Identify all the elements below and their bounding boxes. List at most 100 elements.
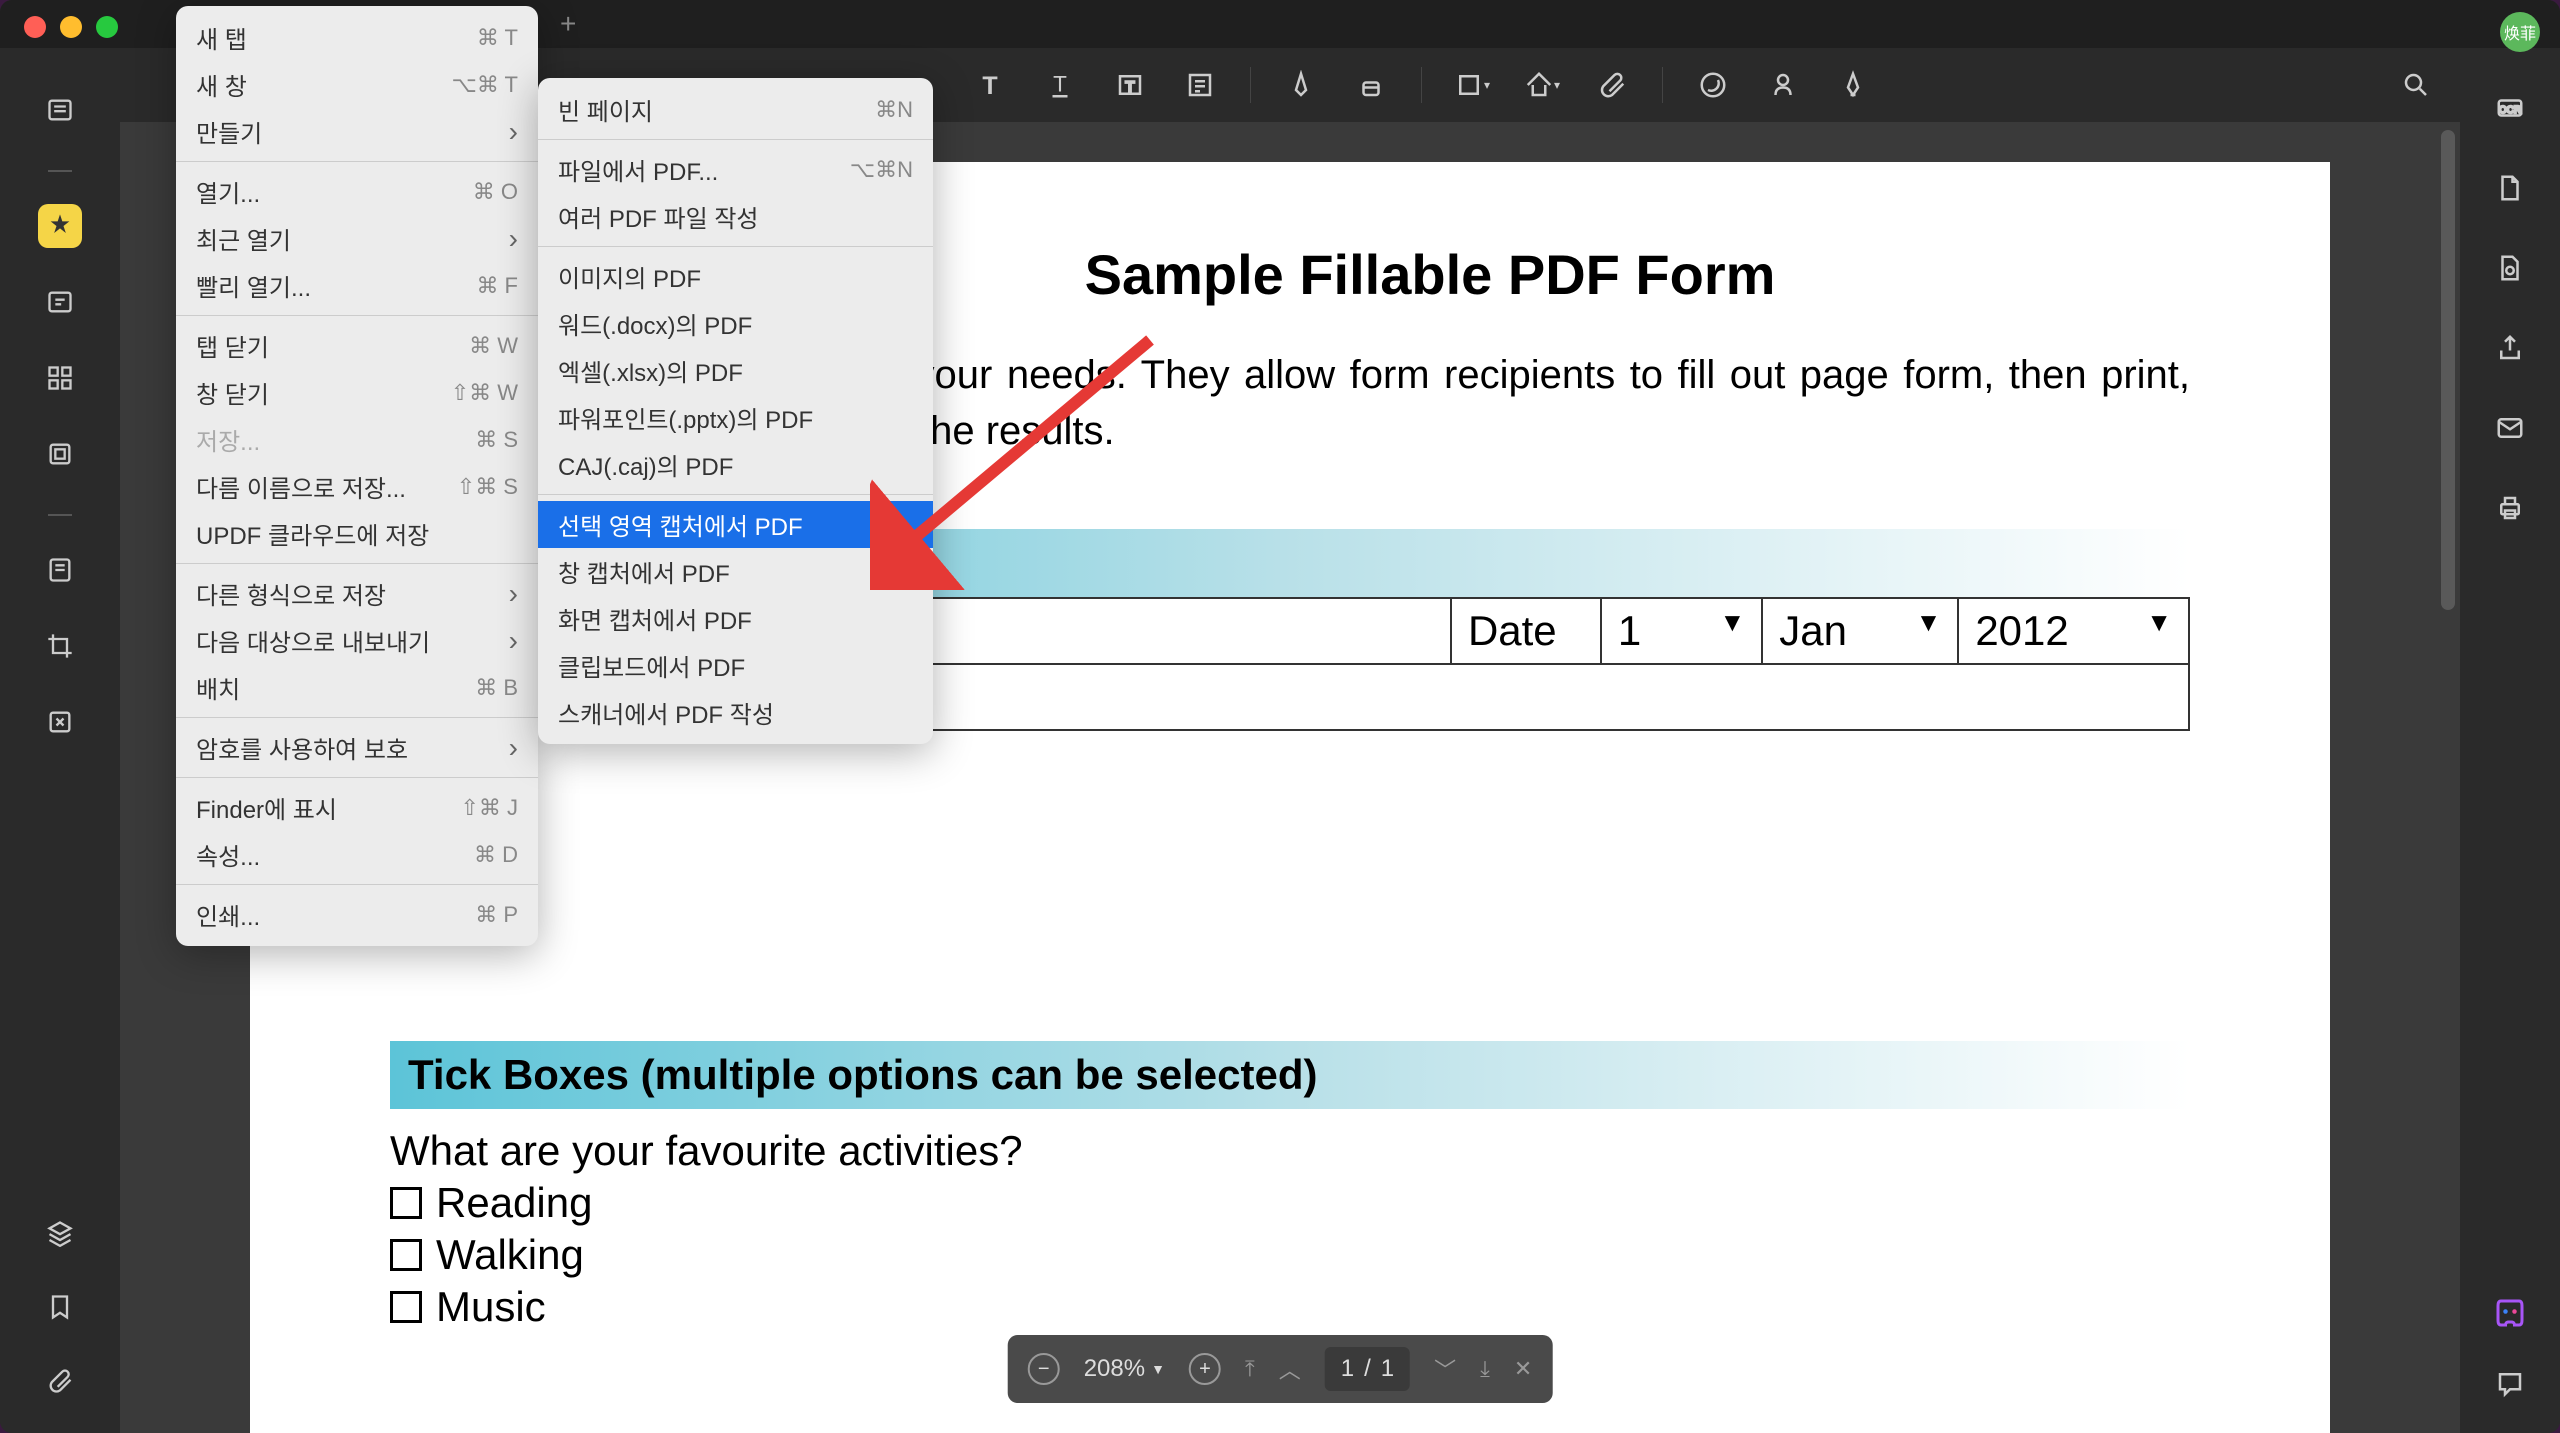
prev-page-icon[interactable]: ︿ [1279,1353,1301,1385]
submenu-item[interactable]: 클립보드에서 PDF [538,642,933,689]
svg-text:OCR: OCR [2499,105,2521,116]
close-window-button[interactable] [24,16,46,38]
layers-icon[interactable] [38,1211,82,1255]
menu-item: 저장...⌘ S [176,416,538,463]
zoom-level-display[interactable]: 208% ▼ [1084,1355,1165,1383]
user-avatar[interactable]: 焕菲 [2500,12,2540,52]
vertical-scrollbar[interactable] [2441,130,2455,610]
menu-item[interactable]: 다름 이름으로 저장...⇧⌘ S [176,463,538,510]
text-tool-icon[interactable]: T [970,65,1010,105]
shape-tool-icon[interactable]: ▾ [1452,65,1492,105]
underline-text-icon[interactable]: T [1040,65,1080,105]
checkbox-item[interactable]: Reading [390,1179,2190,1227]
menu-item[interactable]: 인쇄...⌘ P [176,891,538,938]
submenu-item[interactable]: CAJ(.caj)의 PDF [538,441,933,488]
submenu-item[interactable]: 파워포인트(.pptx)의 PDF [538,394,933,441]
menu-item[interactable]: 창 닫기⇧⌘ W [176,369,538,416]
date-year-dropdown[interactable]: 2012▼ [1958,598,2189,664]
close-toolbar-icon[interactable]: ✕ [1514,1356,1532,1382]
bookmark-icon[interactable] [38,1285,82,1329]
tools-mode-icon[interactable] [38,432,82,476]
menu-item[interactable]: 최근 열기› [176,215,538,262]
tickbox-section-header: Tick Boxes (multiple options can be sele… [390,1041,2190,1109]
app-window: + 焕菲 OCR [0,0,2560,1433]
minimize-window-button[interactable] [60,16,82,38]
stamp-tool-icon[interactable]: ▾ [1522,65,1562,105]
chevron-down-icon: ▼ [2146,607,2172,638]
checkbox-icon[interactable] [390,1239,422,1271]
menu-item[interactable]: 배치⌘ B [176,664,538,711]
menu-item[interactable]: 새 창⌥⌘ T [176,61,538,108]
menu-item[interactable]: 다음 대상으로 내보내기› [176,617,538,664]
attach-file-icon[interactable] [1592,65,1632,105]
checkbox-icon[interactable] [390,1187,422,1219]
submenu-item[interactable]: 엑셀(.xlsx)의 PDF [538,347,933,394]
note-icon[interactable] [1180,65,1220,105]
submenu-item[interactable]: 이미지의 PDF [538,253,933,300]
zoom-out-button[interactable]: − [1028,1353,1060,1385]
submenu-item[interactable]: 스캐너에서 PDF 작성 [538,689,933,736]
tick-question: What are your favourite activities? [390,1127,2190,1175]
checkbox-icon[interactable] [390,1291,422,1323]
attachment-icon[interactable] [38,1359,82,1403]
reader-mode-icon[interactable] [38,88,82,132]
left-sidebar [0,48,120,1433]
checkbox-item[interactable]: Music [390,1283,2190,1331]
svg-text:T: T [1125,78,1134,95]
menu-item[interactable]: 열기...⌘ O [176,168,538,215]
submenu-item[interactable]: 화면 캡처에서 PDF [538,595,933,642]
menu-item[interactable]: Finder에 표시⇧⌘ J [176,784,538,831]
menu-item[interactable]: 다른 형식으로 저장› [176,570,538,617]
protect-icon[interactable] [2490,248,2530,288]
sticker-tool-icon[interactable] [1693,65,1733,105]
search-icon[interactable] [2396,65,2436,105]
crop-mode-icon[interactable] [38,624,82,668]
organize-mode-icon[interactable] [38,356,82,400]
ocr-icon[interactable]: OCR [2490,88,2530,128]
menu-item[interactable]: 속성...⌘ D [176,831,538,878]
chevron-down-icon: ▼ [1720,607,1746,638]
last-page-icon[interactable]: ⤓ [1480,1356,1490,1382]
annotate-mode-icon[interactable] [38,204,82,248]
next-page-icon[interactable]: ﹀ [1434,1353,1456,1385]
date-day-dropdown[interactable]: 1▼ [1601,598,1762,664]
svg-text:T: T [982,72,997,100]
pen-tool-icon[interactable] [1281,65,1321,105]
compress-mode-icon[interactable] [38,700,82,744]
ai-assistant-icon[interactable] [2490,1293,2530,1333]
menu-item[interactable]: UPDF 클라우드에 저장 [176,510,538,557]
submenu-item[interactable]: 파일에서 PDF...⌥⌘N [538,146,933,193]
menu-item[interactable]: 암호를 사용하여 보호› [176,724,538,771]
eraser-tool-icon[interactable] [1351,65,1391,105]
checkbox-item[interactable]: Walking [390,1231,2190,1279]
comment-icon[interactable] [2490,1363,2530,1403]
zoom-in-button[interactable]: + [1189,1353,1221,1385]
email-icon[interactable] [2490,408,2530,448]
text-box-icon[interactable]: T [1110,65,1150,105]
submenu-item[interactable]: 여러 PDF 파일 작성 [538,193,933,240]
page-indicator[interactable]: 1 / 1 [1325,1347,1410,1391]
first-page-icon[interactable]: ⤒ [1245,1356,1255,1382]
menu-item[interactable]: 만들기› [176,108,538,155]
edit-mode-icon[interactable] [38,280,82,324]
submenu-item[interactable]: 선택 영역 캡처에서 PDF [538,501,933,548]
redact-tool-icon[interactable] [1833,65,1873,105]
form-mode-icon[interactable] [38,548,82,592]
signature-tool-icon[interactable] [1763,65,1803,105]
menu-item[interactable]: 탭 닫기⌘ W [176,322,538,369]
share-icon[interactable] [2490,328,2530,368]
menu-item[interactable]: 빨리 열기...⌘ F [176,262,538,309]
svg-text:T: T [1053,71,1067,96]
menu-item[interactable]: 새 탭⌘ T [176,14,538,61]
date-label-cell: Date [1451,598,1601,664]
print-icon[interactable] [2490,488,2530,528]
file-menu-dropdown: 새 탭⌘ T새 창⌥⌘ T만들기› 열기...⌘ O최근 열기›빨리 열기...⌘… [176,6,538,946]
submenu-item[interactable]: 워드(.docx)의 PDF [538,300,933,347]
window-controls [24,16,118,38]
submenu-item[interactable]: 빈 페이지⌘N [538,86,933,133]
document-tool-icon[interactable] [2490,168,2530,208]
new-tab-button[interactable]: + [560,8,576,40]
submenu-item[interactable]: 창 캡처에서 PDF [538,548,933,595]
maximize-window-button[interactable] [96,16,118,38]
date-month-dropdown[interactable]: Jan▼ [1762,598,1958,664]
